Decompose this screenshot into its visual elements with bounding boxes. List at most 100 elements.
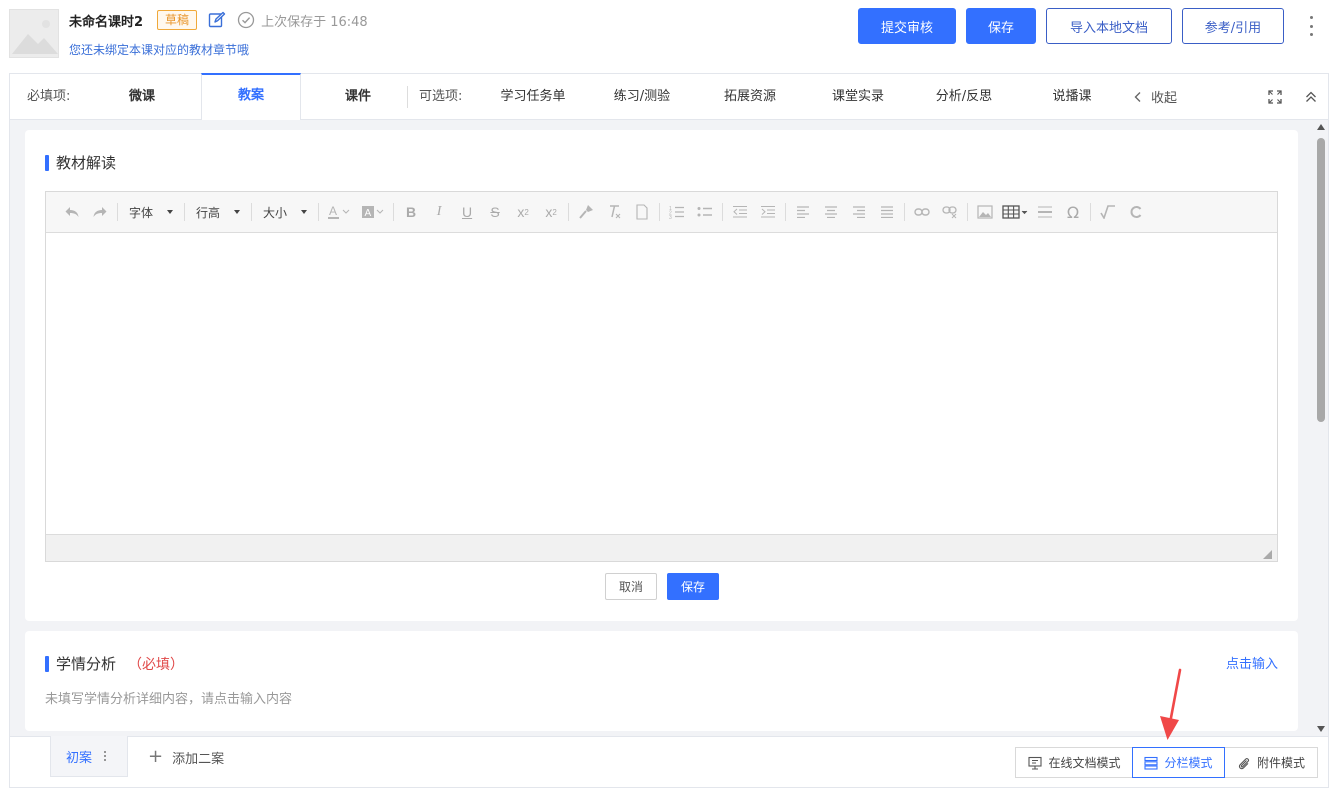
- align-left-icon[interactable]: [789, 200, 817, 224]
- link-icon[interactable]: [908, 200, 936, 224]
- tab-analysis-reflection[interactable]: 分析/反思: [922, 74, 1006, 120]
- optional-label: 可选项:: [419, 89, 463, 104]
- double-chevron-up-icon[interactable]: [1303, 89, 1319, 105]
- title-accent-bar: [45, 655, 49, 672]
- formula-icon[interactable]: [1094, 200, 1122, 224]
- plan-menu-icon[interactable]: [104, 751, 107, 761]
- strikethrough-icon[interactable]: S: [481, 200, 509, 224]
- paperclip-icon: [1238, 757, 1250, 769]
- bind-textbook-link[interactable]: 您还未绑定本课对应的教材章节哦: [69, 41, 249, 58]
- import-local-doc-button[interactable]: 导入本地文档: [1046, 8, 1172, 44]
- content-area: 教材解读 字体 行高 大小 A A B I U S x 2 x 2 1 2 3 …: [10, 120, 1313, 736]
- section-tabbar: 必填项: 微课 教案 课件 可选项: 学习任务单 练习/测验 拓展资源 课堂实录…: [10, 73, 1328, 120]
- scroll-down-arrow-icon[interactable]: [1317, 726, 1325, 732]
- unordered-list-icon[interactable]: [691, 200, 719, 224]
- clear-format-icon[interactable]: [600, 200, 628, 224]
- italic-icon[interactable]: I: [425, 200, 453, 224]
- submit-review-button[interactable]: 提交审核: [858, 8, 956, 44]
- bold-icon[interactable]: B: [397, 200, 425, 224]
- status-badge: 草稿: [157, 10, 198, 30]
- format-painter-icon[interactable]: [572, 200, 600, 224]
- horizontal-rule-icon[interactable]: [1031, 200, 1059, 224]
- online-doc-mode-button[interactable]: 在线文档模式: [1015, 747, 1134, 778]
- special-character-icon[interactable]: Ω: [1059, 200, 1087, 224]
- column-mode-label: 分栏模式: [1164, 756, 1213, 770]
- image-icon[interactable]: [971, 200, 999, 224]
- tab-extended-resources[interactable]: 拓展资源: [708, 74, 792, 120]
- align-right-icon[interactable]: [845, 200, 873, 224]
- image-placeholder-icon: [10, 10, 58, 57]
- save-button[interactable]: 保存: [966, 8, 1036, 44]
- scrollbar-thumb[interactable]: [1317, 138, 1325, 422]
- undo-icon[interactable]: [58, 200, 86, 224]
- required-label: 必填项:: [27, 89, 71, 104]
- monitor-icon: [1028, 756, 1043, 770]
- outdent-icon[interactable]: [726, 200, 754, 224]
- collapse-tabs-button[interactable]: 收起: [1133, 74, 1177, 119]
- fullscreen-icon[interactable]: [1267, 89, 1283, 105]
- svg-text:A: A: [329, 204, 337, 218]
- bottom-bar: 初案 + 添加二案 在线文档模式 分栏模式 附件模式: [10, 736, 1328, 787]
- resize-grip-icon[interactable]: [1263, 548, 1272, 559]
- plus-icon: +: [148, 746, 164, 767]
- tab-micro-lesson[interactable]: 微课: [102, 74, 182, 120]
- add-second-plan-button[interactable]: + 添加二案: [148, 746, 224, 768]
- editor-status-bar: [46, 534, 1277, 561]
- title-row: 未命名课时2 草稿 上次保存于 16:48: [69, 10, 368, 30]
- tab-courseware[interactable]: 课件: [315, 74, 401, 120]
- font-size-dropdown[interactable]: 大小: [255, 200, 315, 224]
- last-saved-time: 上次保存于 16:48: [261, 14, 368, 30]
- scroll-up-arrow-icon[interactable]: [1317, 124, 1325, 130]
- editor-content-area[interactable]: [46, 234, 1277, 534]
- table-icon[interactable]: [999, 200, 1031, 224]
- vertical-scrollbar[interactable]: [1313, 120, 1328, 736]
- unlink-icon[interactable]: [936, 200, 964, 224]
- indent-icon[interactable]: [754, 200, 782, 224]
- click-to-input-link[interactable]: 点击输入: [1226, 653, 1278, 672]
- editor-toolbar: 字体 行高 大小 A A B I U S x 2 x 2 1 2 3 Ω: [46, 192, 1277, 233]
- tab-lesson-plan[interactable]: 教案: [201, 73, 301, 120]
- tab-classroom-record[interactable]: 课堂实录: [816, 74, 900, 120]
- tab-learning-task-sheet[interactable]: 学习任务单: [490, 74, 576, 120]
- course-title: 未命名课时2: [69, 14, 144, 30]
- more-options-icon[interactable]: [1302, 14, 1320, 38]
- svg-text:3: 3: [669, 215, 672, 219]
- title-accent-bar: [45, 154, 49, 171]
- tab-lesson-presentation[interactable]: 说播课: [1034, 74, 1110, 120]
- column-mode-button[interactable]: 分栏模式: [1132, 747, 1225, 778]
- check-circle-icon: [237, 11, 255, 29]
- learner-analysis-card: 学情分析 （必填） 点击输入 未填写学情分析详细内容，请点击输入内容: [25, 631, 1298, 731]
- underline-icon[interactable]: U: [453, 200, 481, 224]
- cancel-button[interactable]: 取消: [605, 573, 657, 600]
- reference-button[interactable]: 参考/引用: [1182, 8, 1284, 44]
- background-color-icon[interactable]: A: [356, 200, 390, 224]
- page-header: 未命名课时2 草稿 上次保存于 16:48 您还未绑定本课对应的教材章节哦 提交…: [0, 0, 1335, 72]
- font-family-dropdown[interactable]: 字体: [121, 200, 181, 224]
- section-title: 教材解读: [45, 152, 116, 173]
- collapse-label: 收起: [1151, 91, 1178, 106]
- line-height-dropdown[interactable]: 行高: [188, 200, 248, 224]
- subscript-icon[interactable]: x2: [509, 200, 537, 224]
- course-thumbnail[interactable]: [9, 9, 59, 58]
- align-justify-icon[interactable]: [873, 200, 901, 224]
- section-title-text: 学情分析: [56, 655, 117, 673]
- plan-tab-first[interactable]: 初案: [50, 736, 128, 777]
- editor-save-button[interactable]: 保存: [667, 573, 719, 600]
- edit-icon[interactable]: [207, 10, 227, 30]
- new-document-icon[interactable]: [628, 200, 656, 224]
- columns-icon: [1144, 756, 1159, 770]
- superscript-icon[interactable]: x2: [537, 200, 565, 224]
- textbook-analysis-card: 教材解读 字体 行高 大小 A A B I U S x 2 x 2 1 2 3 …: [25, 130, 1298, 621]
- rich-text-editor: 字体 行高 大小 A A B I U S x 2 x 2 1 2 3 Ω: [45, 191, 1278, 562]
- attachment-mode-button[interactable]: 附件模式: [1224, 747, 1318, 778]
- ordered-list-icon[interactable]: 123: [663, 200, 691, 224]
- font-color-icon[interactable]: A: [322, 200, 356, 224]
- align-center-icon[interactable]: [817, 200, 845, 224]
- chevron-left-icon: [1134, 91, 1141, 102]
- empty-content-hint: 未填写学情分析详细内容，请点击输入内容: [45, 692, 293, 707]
- section-title-text: 教材解读: [56, 154, 117, 172]
- tab-practice-quiz[interactable]: 练习/测验: [600, 74, 684, 120]
- redo-icon[interactable]: [86, 200, 114, 224]
- refresh-icon[interactable]: [1122, 200, 1150, 224]
- online-doc-mode-label: 在线文档模式: [1048, 756, 1121, 770]
